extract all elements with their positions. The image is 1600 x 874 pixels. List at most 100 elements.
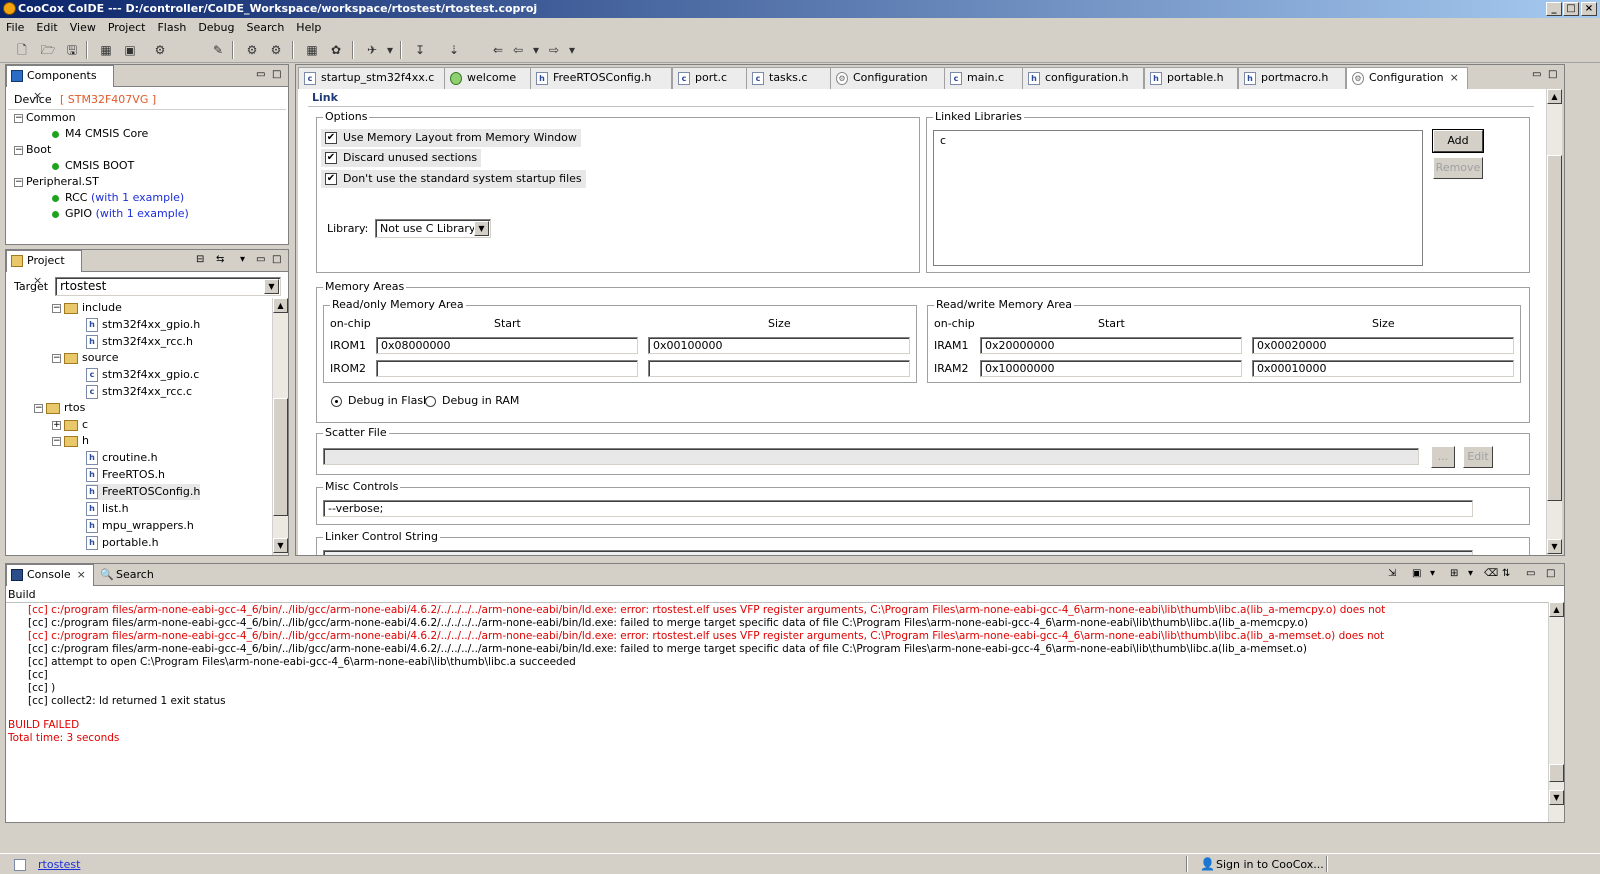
device-value[interactable]: [ STM32F407VG ]: [60, 93, 156, 107]
collapse-icon[interactable]: −: [52, 353, 61, 363]
tab-main-c[interactable]: c main.c: [944, 67, 1026, 89]
tree-folder-source[interactable]: − source: [52, 350, 119, 366]
display-console-icon[interactable]: ▣: [1412, 568, 1421, 579]
collapse-icon[interactable]: −: [14, 113, 23, 123]
scroll-up-icon[interactable]: ▲: [273, 298, 288, 313]
collapse-icon[interactable]: −: [14, 177, 23, 187]
tab-welcome[interactable]: welcome: [444, 67, 538, 89]
library-select[interactable]: Not use C Library ▼: [375, 219, 491, 238]
tree-item-cmsis-boot[interactable]: CMSIS BOOT: [52, 158, 134, 174]
minimize-icon[interactable]: ▭: [256, 69, 265, 80]
tab-configuration-active[interactable]: ⚙ Configuration ×: [1346, 67, 1468, 89]
tree-item-rcc[interactable]: RCC (with 1 example): [52, 190, 184, 206]
clear-console-icon[interactable]: ⌫: [1484, 568, 1498, 579]
iram2-start-input[interactable]: 0x10000000: [980, 360, 1242, 377]
close-window-button[interactable]: ×: [1581, 2, 1597, 16]
tree-item-gpio[interactable]: GPIO (with 1 example): [52, 206, 189, 222]
tree-file[interactable]: h stm32f4xx_gpio.h: [86, 317, 200, 333]
maximize-icon[interactable]: □: [1546, 568, 1555, 579]
list-item[interactable]: c: [940, 134, 946, 148]
forward-icon[interactable]: ⇨: [546, 42, 562, 58]
tab-startup-stm32f4xx-c[interactable]: c startup_stm32f4xx.c: [298, 67, 446, 89]
minimize-icon[interactable]: ▭: [256, 254, 265, 265]
irom1-start-input[interactable]: 0x08000000: [376, 337, 638, 354]
maximize-icon[interactable]: □: [1548, 69, 1557, 80]
build-icon[interactable]: ▦: [98, 42, 114, 58]
scroll-thumb[interactable]: [1547, 155, 1562, 501]
tab-portmacro-h[interactable]: h portmacro.h: [1238, 67, 1346, 89]
tab-search[interactable]: 🔍 Search: [98, 568, 154, 582]
browse-scatter-button[interactable]: ...: [1431, 446, 1455, 468]
menu-flash[interactable]: Flash: [151, 18, 192, 37]
iram1-start-input[interactable]: 0x20000000: [980, 337, 1242, 354]
minimize-icon[interactable]: ▭: [1526, 568, 1535, 579]
tab-console[interactable]: Console ×: [6, 564, 94, 586]
rebuild-icon[interactable]: ▣: [122, 42, 138, 58]
tree-file[interactable]: h portable.h: [86, 535, 159, 551]
menu-debug[interactable]: Debug: [192, 18, 240, 37]
configuration-icon[interactable]: ⚙: [244, 42, 260, 58]
debug-dropdown-icon[interactable]: ▾: [382, 42, 398, 58]
tab-configuration[interactable]: ⚙ Configuration: [830, 67, 946, 89]
debug-in-flash-radio[interactable]: Debug in Flash: [331, 394, 430, 408]
rcc-example-link[interactable]: (with 1 example): [91, 191, 184, 204]
tree-folder-rtos[interactable]: − rtos: [34, 400, 85, 416]
debug-in-ram-radio[interactable]: Debug in RAM: [425, 394, 519, 408]
gpio-example-link[interactable]: (with 1 example): [96, 207, 189, 220]
tree-file[interactable]: h croutine.h: [86, 450, 158, 466]
download-icon[interactable]: ⚙: [152, 42, 168, 58]
tree-file[interactable]: h FreeRTOS.h: [86, 467, 165, 483]
project-tree-scrollbar[interactable]: ▲ ▼: [272, 298, 288, 555]
menu-view[interactable]: View: [64, 18, 102, 37]
collapse-all-icon[interactable]: ⊟: [196, 254, 204, 265]
scroll-down-icon[interactable]: ▼: [273, 538, 288, 553]
status-project-link[interactable]: rtostest: [38, 858, 80, 872]
forward-dropdown-icon[interactable]: ▾: [564, 42, 580, 58]
step-icon[interactable]: ↧: [412, 42, 428, 58]
close-icon[interactable]: ×: [1450, 68, 1459, 88]
open-console-icon[interactable]: ⊞: [1450, 568, 1458, 579]
close-icon[interactable]: ×: [77, 565, 86, 585]
scroll-lock-icon[interactable]: ⇅: [1502, 568, 1510, 579]
tree-item-common[interactable]: − Common: [14, 110, 76, 126]
maximize-icon[interactable]: □: [272, 254, 281, 265]
sign-in-link[interactable]: Sign in to CooCox...: [1216, 858, 1324, 872]
tree-file[interactable]: c stm32f4xx_rcc.c: [86, 384, 192, 400]
tree-folder-include[interactable]: − include: [52, 300, 122, 316]
edit-scatter-button[interactable]: Edit: [1463, 446, 1493, 468]
tree-item-boot[interactable]: − Boot: [14, 142, 51, 158]
tree-file-selected[interactable]: h FreeRTOSConfig.h: [86, 484, 201, 500]
scroll-thumb[interactable]: [273, 398, 288, 516]
maximize-icon[interactable]: □: [272, 69, 281, 80]
tree-file[interactable]: h list.h: [86, 501, 129, 517]
linked-libraries-list[interactable]: c: [933, 130, 1423, 266]
components-icon[interactable]: ✿: [328, 42, 344, 58]
flash-erase-icon[interactable]: ✎: [210, 42, 226, 58]
tree-folder-c[interactable]: + c: [52, 417, 88, 433]
settings-icon[interactable]: ⚙: [268, 42, 284, 58]
back-dropdown-icon[interactable]: ▾: [528, 42, 544, 58]
menu-file[interactable]: File: [0, 18, 30, 37]
scroll-up-icon[interactable]: ▲: [1547, 89, 1562, 104]
menu-edit[interactable]: Edit: [30, 18, 63, 37]
open-file-icon[interactable]: 🗁: [40, 42, 56, 58]
linker-control-string-input[interactable]: [323, 550, 1473, 555]
save-icon[interactable]: 🖫: [64, 42, 80, 58]
tab-portable-h[interactable]: h portable.h: [1144, 67, 1238, 89]
next-annotation-icon[interactable]: ⇣: [446, 42, 462, 58]
open-console-dropdown-icon[interactable]: ▾: [1468, 568, 1473, 579]
tab-components[interactable]: Components×: [6, 65, 114, 102]
irom2-size-input[interactable]: [648, 360, 910, 377]
tree-folder-h[interactable]: − h: [52, 433, 89, 449]
tab-tasks-c[interactable]: c tasks.c: [746, 67, 832, 89]
maximize-window-button[interactable]: □: [1563, 2, 1579, 16]
configuration-scrollbar[interactable]: ▲ ▼: [1546, 89, 1562, 555]
collapse-icon[interactable]: −: [52, 436, 61, 446]
misc-controls-input[interactable]: --verbose;: [323, 500, 1473, 517]
console-scrollbar[interactable]: ▲ ▼: [1548, 602, 1564, 822]
expand-icon[interactable]: +: [52, 420, 61, 430]
menu-project[interactable]: Project: [102, 18, 152, 37]
scroll-down-icon[interactable]: ▼: [1549, 790, 1564, 805]
irom1-size-input[interactable]: 0x00100000: [648, 337, 910, 354]
collapse-icon[interactable]: −: [34, 403, 43, 413]
